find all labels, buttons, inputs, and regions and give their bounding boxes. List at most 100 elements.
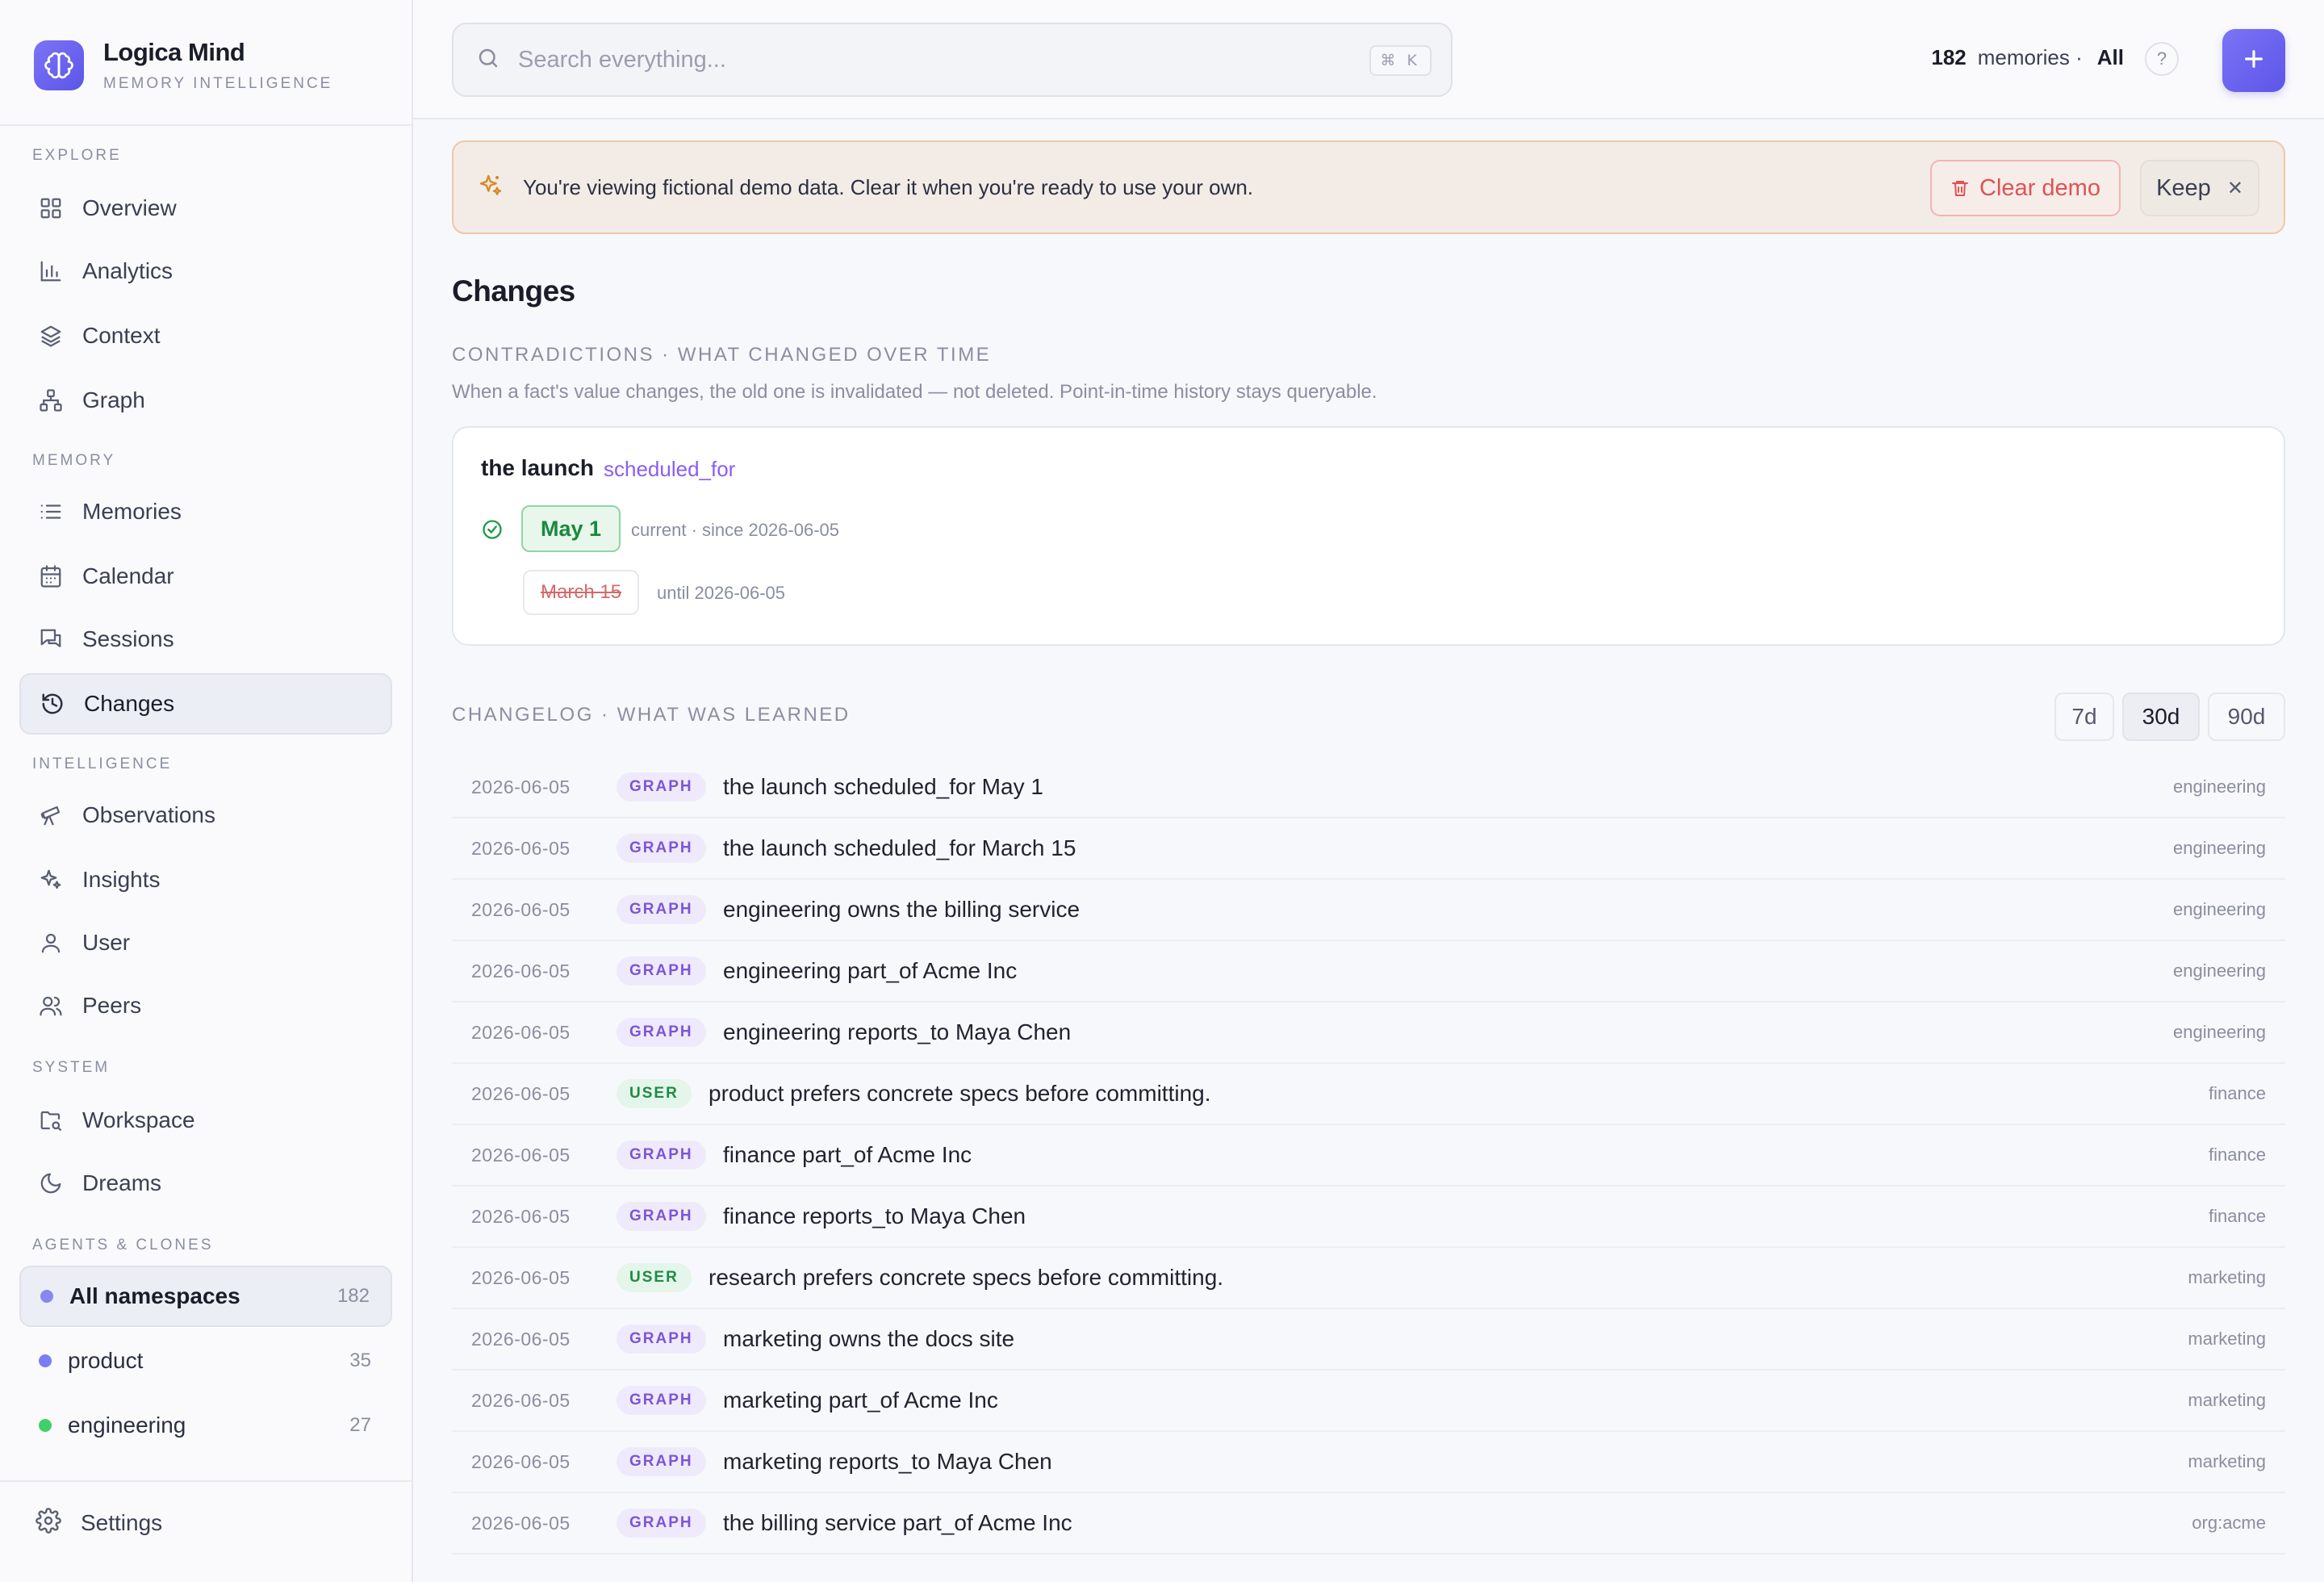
row-text: the billing service part_of Acme Inc [723,1510,1072,1535]
row-namespace: marketing [2188,1267,2266,1287]
scope-label[interactable]: All [2097,45,2124,70]
row-text: finance part_of Acme Inc [723,1142,972,1167]
sidebar-item-workspace[interactable]: Workspace [19,1090,392,1151]
row-namespace: marketing [2188,1451,2266,1471]
sidebar-item-observations[interactable]: Observations [19,785,392,846]
divider [0,1480,412,1482]
memory-count-label: memories · [1977,45,2083,69]
namespace-count: 27 [349,1414,371,1436]
contradictions-description: When a fact's value changes, the old one… [452,381,1377,403]
user-icon [37,929,65,956]
table-row[interactable]: 2026-06-05 GRAPH finance reports_to Maya… [452,1186,2285,1248]
table-row[interactable]: 2026-06-05 GRAPH engineering reports_to … [452,1002,2285,1064]
search-box[interactable]: ⌘ K [452,23,1452,97]
sidebar-item-context[interactable]: Context [19,305,392,366]
help-button[interactable]: ? [2145,42,2179,76]
changelog-list: 2026-06-05 GRAPH the launch scheduled_fo… [452,757,2285,1555]
table-row[interactable]: 2026-06-05 GRAPH engineering part_of Acm… [452,941,2285,1002]
search-input[interactable] [518,46,1325,73]
row-text: the launch scheduled_for May 1 [723,774,1043,799]
row-text: marketing reports_to Maya Chen [723,1449,1052,1474]
section-intelligence: INTELLIGENCE [32,755,173,772]
row-date: 2026-06-05 [471,1512,571,1534]
gear-icon [36,1508,61,1538]
type-badge: GRAPH [617,834,706,863]
row-namespace: engineering [2173,776,2266,797]
brand-subtitle: MEMORY INTELLIGENCE [103,75,333,92]
clear-demo-button[interactable]: Clear demo [1930,160,2121,216]
type-badge: GRAPH [617,895,706,924]
tab-7d[interactable]: 7d [2054,693,2114,741]
folder-search-icon [37,1107,65,1134]
row-namespace: finance [2209,1145,2266,1165]
memory-count-value: 182 [1931,45,1967,69]
row-text: research prefers concrete specs before c… [708,1265,1224,1290]
table-row[interactable]: 2026-06-05 GRAPH the launch scheduled_fo… [452,818,2285,880]
table-row[interactable]: 2026-06-05 USER product prefers concrete… [452,1064,2285,1125]
brain-icon [34,40,84,90]
row-namespace: engineering [2173,960,2266,981]
table-row[interactable]: 2026-06-05 USER research prefers concret… [452,1248,2285,1309]
brand-title: Logica Mind [103,38,245,66]
table-row[interactable]: 2026-06-05 GRAPH finance part_of Acme In… [452,1125,2285,1186]
row-text: engineering owns the billing service [723,897,1080,922]
sidebar-item-graph[interactable]: Graph [19,370,392,431]
sidebar-item-label: Analytics [82,258,173,283]
row-text: finance reports_to Maya Chen [723,1203,1026,1228]
section-system: SYSTEM [32,1059,111,1076]
clear-demo-label: Clear demo [1979,174,2100,201]
banner-text: You're viewing fictional demo data. Clea… [523,174,1254,199]
type-badge: GRAPH [617,1447,706,1476]
brand[interactable]: Logica Mind MEMORY INTELLIGENCE [34,37,332,94]
sidebar-item-calendar[interactable]: Calendar [19,546,392,607]
moon-icon [37,1170,65,1197]
namespace-item-all[interactable]: All namespaces 182 [19,1266,392,1327]
type-badge: GRAPH [617,772,706,801]
table-row[interactable]: 2026-06-05 GRAPH marketing owns the docs… [452,1309,2285,1371]
sidebar-item-user[interactable]: User [19,912,392,973]
sidebar-item-sessions[interactable]: Sessions [19,609,392,670]
sidebar-item-memories[interactable]: Memories [19,481,392,542]
type-badge: GRAPH [617,1325,706,1354]
row-date: 2026-06-05 [471,1328,571,1350]
sidebar-item-settings[interactable]: Settings [36,1508,162,1538]
sidebar-item-label: Calendar [82,563,174,588]
users-icon [37,992,65,1019]
table-row[interactable]: 2026-06-05 GRAPH engineering owns the bi… [452,880,2285,941]
table-row[interactable]: 2026-06-05 GRAPH the launch scheduled_fo… [452,757,2285,818]
fact-predicate: scheduled_for [604,457,736,481]
keep-demo-button[interactable]: Keep ✕ [2140,160,2259,216]
fact-subject: the launch [481,455,595,480]
row-date: 2026-06-05 [471,1082,571,1104]
type-badge: GRAPH [617,1140,706,1170]
search-icon [476,46,500,74]
table-row[interactable]: 2026-06-05 GRAPH marketing reports_to Ma… [452,1432,2285,1493]
demo-banner: You're viewing fictional demo data. Clea… [452,140,2285,234]
plus-icon [2241,46,2267,76]
namespace-item-engineering[interactable]: engineering 27 [19,1395,392,1456]
network-icon [37,387,65,414]
sidebar-item-dreams[interactable]: Dreams [19,1153,392,1214]
memory-count: 182 memories · All [1931,45,2124,70]
sparkles-icon [478,173,504,203]
namespace-item-product[interactable]: product 35 [19,1330,392,1392]
sidebar-item-analytics[interactable]: Analytics [19,241,392,302]
sidebar-item-peers[interactable]: Peers [19,975,392,1036]
namespace-dot [40,1290,53,1303]
tab-90d[interactable]: 90d [2208,693,2285,741]
row-text: the launch scheduled_for March 15 [723,835,1076,860]
sidebar-item-label: Workspace [82,1107,195,1132]
row-text: marketing owns the docs site [723,1326,1015,1351]
table-row[interactable]: 2026-06-05 GRAPH the billing service par… [452,1493,2285,1555]
namespace-label: product [68,1348,144,1373]
add-memory-button[interactable] [2222,29,2285,92]
sidebar-item-label: Observations [82,802,215,827]
row-date: 2026-06-05 [471,1389,571,1411]
sidebar-item-insights[interactable]: Insights [19,849,392,910]
sidebar-item-label: Settings [81,1509,163,1535]
sidebar-item-overview[interactable]: Overview [19,178,392,239]
sidebar-item-changes[interactable]: Changes [19,673,392,734]
type-badge: GRAPH [617,1018,706,1047]
table-row[interactable]: 2026-06-05 GRAPH marketing part_of Acme … [452,1371,2285,1432]
tab-30d[interactable]: 30d [2122,693,2200,741]
